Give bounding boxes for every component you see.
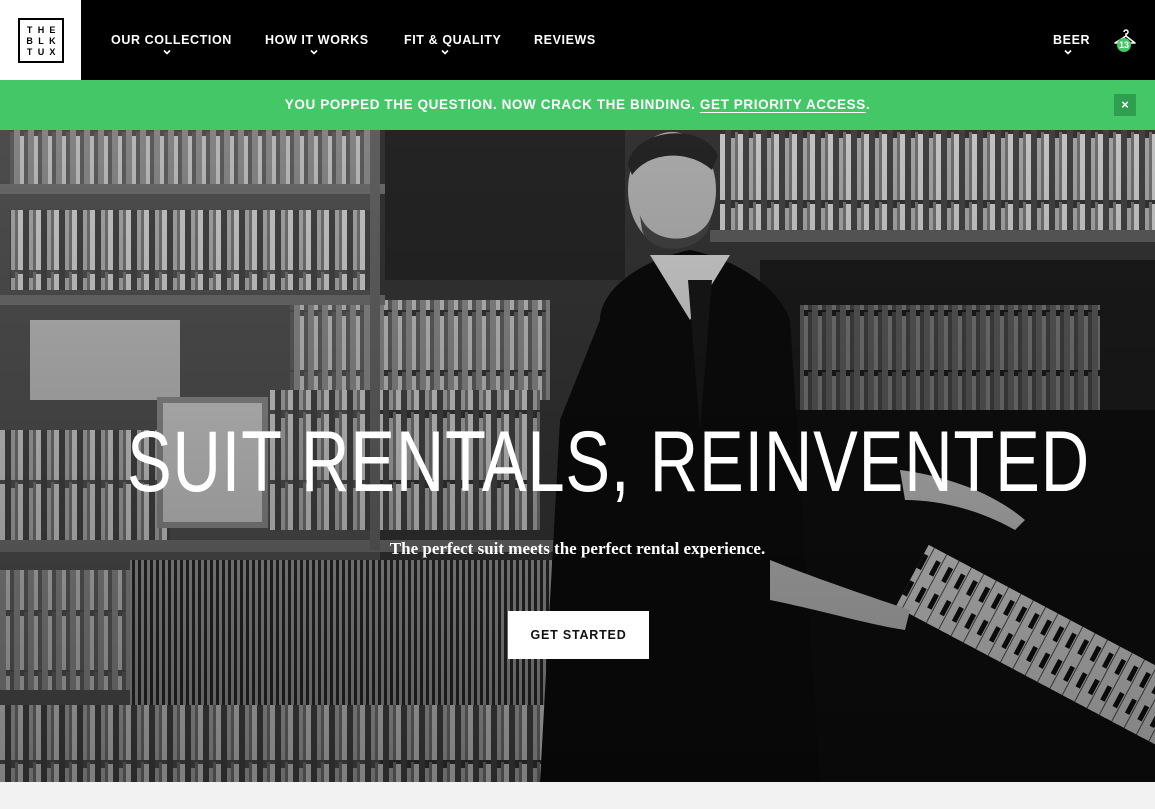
nav-item-fit-quality[interactable]: FIT & QUALITY [404,32,501,48]
chevron-down-icon [441,48,449,56]
hero-title: SUIT RENTALS, REINVENTED [126,414,1090,510]
logo-letter: X [49,46,56,57]
promo-suffix: . [865,97,871,112]
chevron-down-icon [1064,48,1072,56]
priority-access-link[interactable]: GET PRIORITY ACCESS [700,97,866,112]
get-started-button[interactable]: GET STARTED [508,611,649,659]
chevron-down-icon [310,48,318,56]
logo-letter: B [26,35,33,46]
logo-letter: E [49,24,56,35]
promo-message: YOU POPPED THE QUESTION. NOW CRACK THE B… [0,80,1155,130]
cart-count-badge: 13 [1117,38,1131,52]
brand-logo[interactable]: T H E B L K T U X [0,0,81,80]
logo-letter: T [26,46,33,57]
top-navigation: T H E B L K T U X OUR COLLECTION HOW IT … [0,0,1155,80]
logo-letter: H [37,24,45,35]
nav-item-how-it-works[interactable]: HOW IT WORKS [265,32,369,48]
nav-item-reviews[interactable]: REVIEWS [534,32,596,48]
nav-item-our-collection[interactable]: OUR COLLECTION [111,32,232,48]
close-promo-button[interactable]: × [1114,94,1136,116]
cart-button[interactable]: 13 [1112,28,1138,54]
promo-text: YOU POPPED THE QUESTION. NOW CRACK THE B… [284,97,696,112]
hero-subtitle: The perfect suit meets the perfect renta… [389,539,766,558]
page-below-fold [0,782,1155,809]
chevron-down-icon [163,48,171,56]
logo-mark: T H E B L K T U X [18,18,64,63]
logo-letter: K [49,35,56,46]
account-menu[interactable]: BEER [1053,32,1090,48]
promo-banner: YOU POPPED THE QUESTION. NOW CRACK THE B… [0,80,1155,130]
logo-letter: L [38,35,44,46]
hero-section: SUIT RENTALS, REINVENTED The perfect sui… [0,130,1155,782]
logo-letter: T [26,24,33,35]
logo-letter: U [37,46,45,57]
